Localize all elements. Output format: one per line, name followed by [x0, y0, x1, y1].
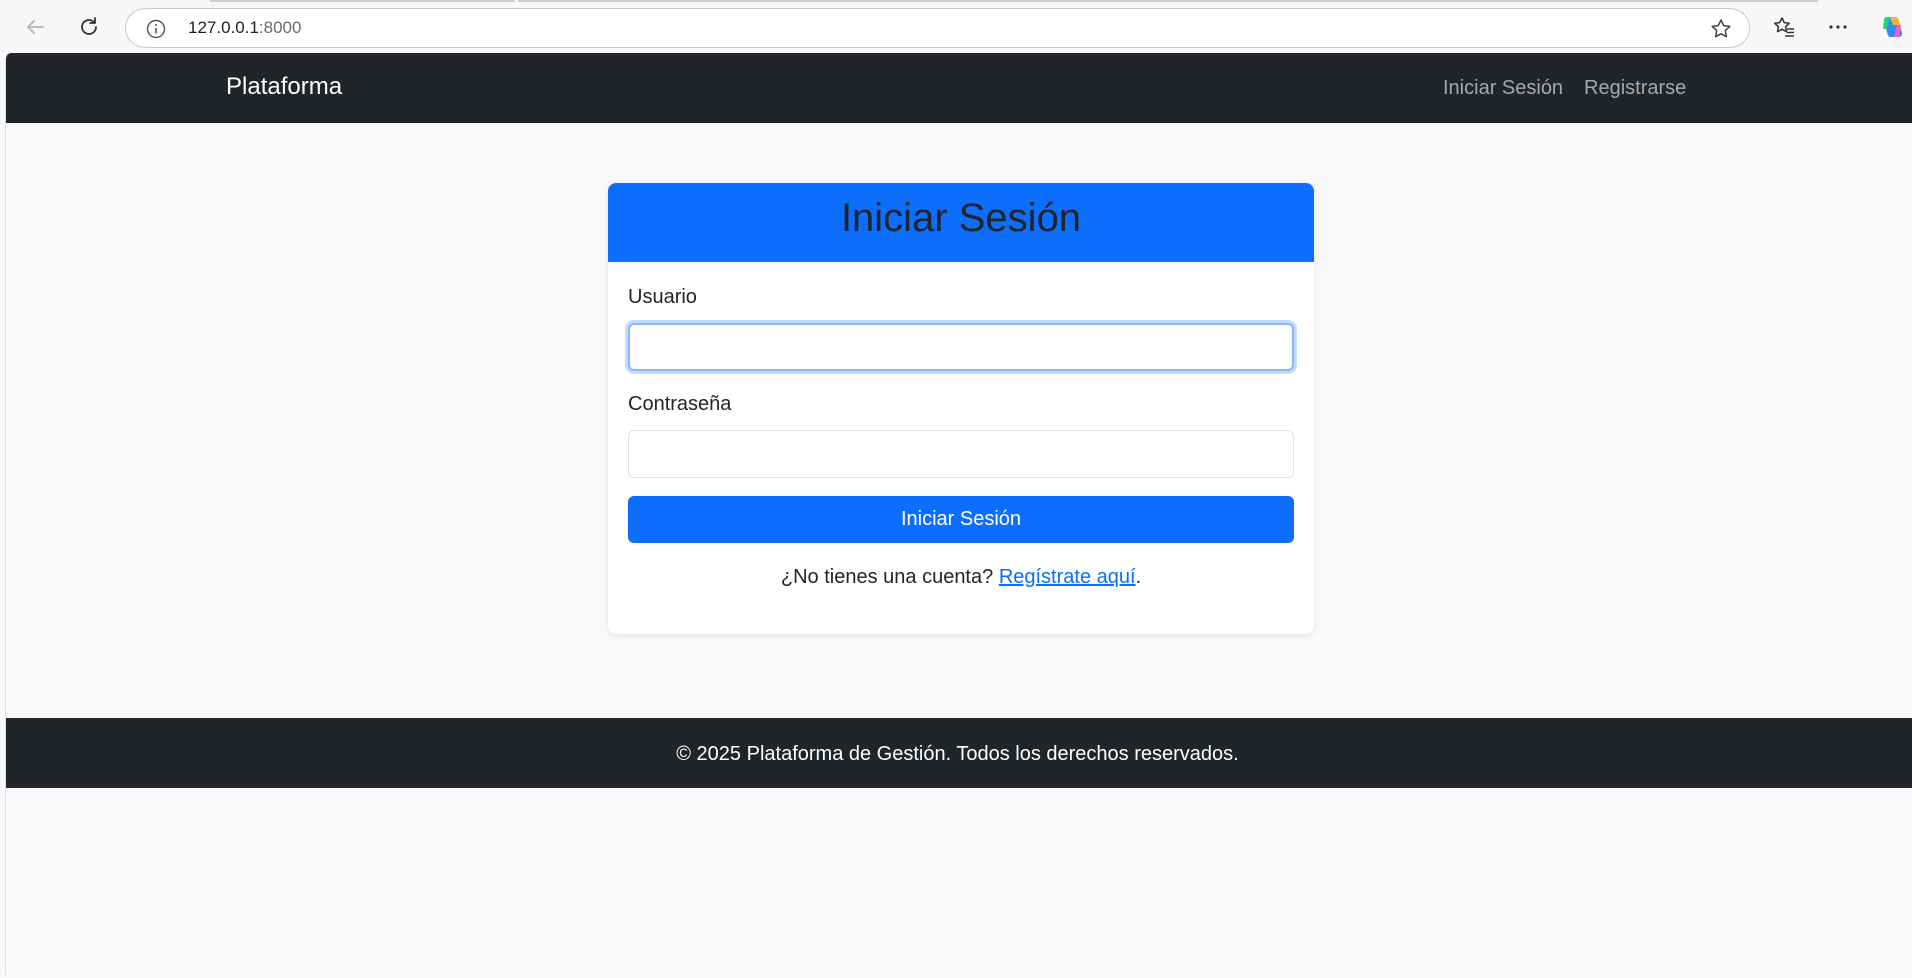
- browser-toolbar: 127.0.0.1:8000: [0, 0, 1912, 53]
- login-title: Iniciar Sesión: [840, 196, 1082, 240]
- footer-copyright: © 2025 Plataforma de Gestión. Todos los …: [676, 742, 1239, 765]
- navbar-brand[interactable]: Plataforma: [226, 73, 342, 101]
- address-bar[interactable]: 127.0.0.1:8000: [125, 8, 1750, 48]
- url-port: :8000: [258, 18, 302, 37]
- more-icon[interactable]: [1821, 10, 1855, 44]
- url-text[interactable]: 127.0.0.1:8000: [188, 18, 301, 38]
- username-input[interactable]: [628, 323, 1294, 371]
- login-submit-button[interactable]: Iniciar Sesión: [628, 496, 1294, 543]
- register-suffix: .: [1135, 566, 1142, 588]
- username-label: Usuario: [628, 286, 697, 308]
- nav-link-login[interactable]: Iniciar Sesión: [1443, 77, 1563, 100]
- refresh-icon[interactable]: [72, 10, 106, 44]
- register-link[interactable]: Regístrate aquí: [999, 566, 1136, 588]
- login-card: Iniciar Sesión Usuario Contraseña Inicia…: [608, 183, 1314, 634]
- nav-link-register[interactable]: Registrarse: [1584, 77, 1686, 100]
- register-prompt-line: ¿No tienes una cuenta? Regístrate aquí.: [608, 566, 1314, 589]
- tab-strip-edge: [210, 0, 515, 2]
- favorites-icon[interactable]: [1767, 10, 1801, 44]
- password-input[interactable]: [628, 430, 1294, 478]
- login-card-header: Iniciar Sesión: [608, 183, 1314, 262]
- tab-strip-edge: [518, 0, 1818, 2]
- info-icon[interactable]: [145, 18, 167, 40]
- back-icon[interactable]: [18, 10, 52, 44]
- navbar: Plataforma Iniciar Sesión Registrarse: [6, 53, 1912, 123]
- copilot-icon[interactable]: [1875, 10, 1909, 44]
- url-host: 127.0.0.1: [188, 18, 259, 37]
- page-viewport: Plataforma Iniciar Sesión Registrarse In…: [5, 53, 1912, 975]
- register-prompt-text: ¿No tienes una cuenta?: [780, 566, 994, 588]
- password-label: Contraseña: [628, 393, 732, 415]
- star-icon[interactable]: [1709, 17, 1733, 41]
- footer: © 2025 Plataforma de Gestión. Todos los …: [6, 718, 1912, 788]
